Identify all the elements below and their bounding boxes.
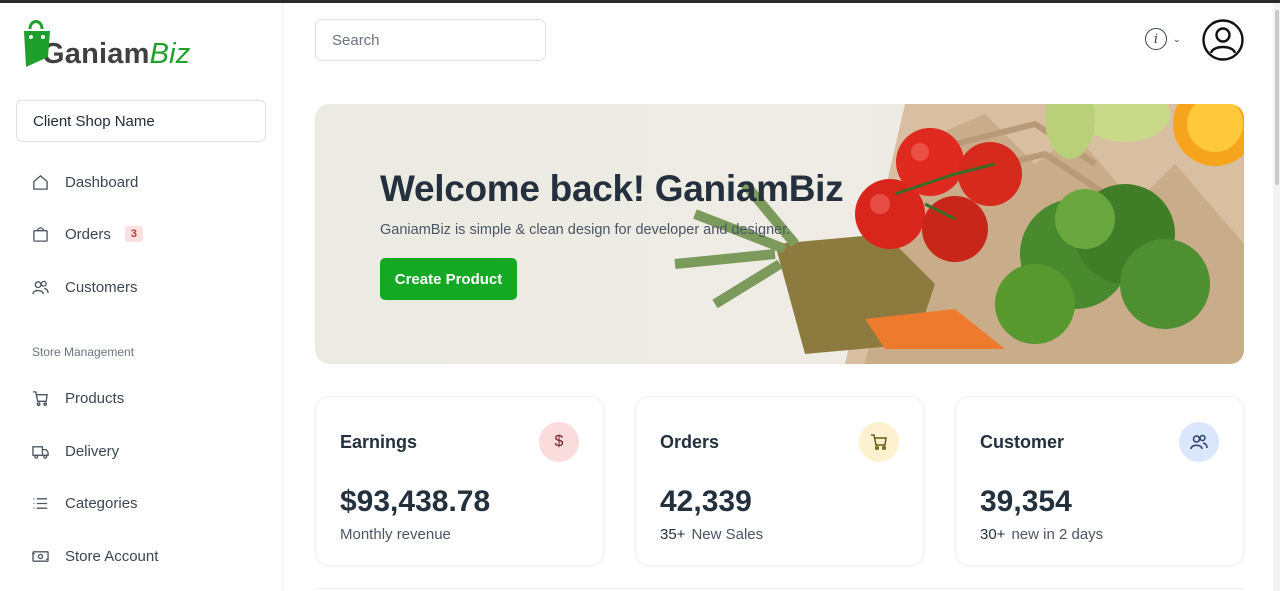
card-value: $93,438.78 bbox=[340, 485, 491, 518]
sidebar-item-products[interactable]: Products bbox=[32, 386, 124, 410]
truck-icon bbox=[32, 443, 49, 460]
dollar-icon: $ bbox=[539, 422, 579, 462]
card-title: Earnings bbox=[340, 432, 418, 452]
sidebar-item-label: Categories bbox=[65, 494, 138, 512]
card-value: 42,339 bbox=[660, 485, 752, 518]
sidebar-item-orders[interactable]: Orders 3 bbox=[32, 222, 143, 246]
shop-name: Client Shop Name bbox=[33, 112, 155, 130]
info-icon: i bbox=[1145, 28, 1167, 50]
sidebar-item-label: Dashboard bbox=[65, 173, 139, 191]
search-input[interactable] bbox=[315, 19, 546, 61]
card-title: Customer bbox=[980, 432, 1065, 452]
users-icon bbox=[1179, 422, 1219, 462]
chevron-down-icon: ⌄ bbox=[1173, 33, 1181, 44]
sidebar-item-customers[interactable]: Customers bbox=[32, 275, 138, 299]
bag-icon bbox=[32, 226, 49, 243]
sidebar-item-label: Delivery bbox=[65, 442, 120, 460]
scrollbar-thumb[interactable] bbox=[1275, 10, 1279, 185]
cart-icon bbox=[32, 390, 49, 407]
list-icon bbox=[32, 495, 49, 512]
sidebar-item-label: Customers bbox=[65, 278, 138, 296]
sidebar-item-delivery[interactable]: Delivery bbox=[32, 439, 119, 463]
cart-icon bbox=[859, 422, 899, 462]
banner-title: Welcome back! GaniamBiz bbox=[380, 168, 844, 209]
sidebar: GaniamBiz Client Shop Name Dashboard Ord… bbox=[0, 3, 283, 591]
card-subtext: 30+ new in 2 days bbox=[980, 526, 1104, 543]
sidebar-item-label: Products bbox=[65, 389, 125, 407]
sidebar-item-label: Orders bbox=[65, 225, 111, 243]
brand-logo[interactable]: GaniamBiz bbox=[20, 15, 190, 73]
user-circle-icon[interactable] bbox=[1202, 19, 1244, 61]
sidebar-item-categories[interactable]: Categories bbox=[32, 491, 138, 515]
earnings-card: Earnings $ $93,438.78 Monthly revenue bbox=[315, 396, 604, 566]
create-product-button[interactable]: Create Product bbox=[380, 258, 517, 300]
help-menu-toggle[interactable]: i ⌄ bbox=[1145, 28, 1181, 50]
welcome-banner: Welcome back! GaniamBiz GaniamBiz is sim… bbox=[315, 104, 1244, 364]
orders-card: Orders 42,339 35+ New Sales bbox=[635, 396, 924, 566]
customer-card: Customer 39,354 30+ new in 2 days bbox=[955, 396, 1244, 566]
card-value: 39,354 bbox=[980, 485, 1072, 518]
brand-name: GaniamBiz bbox=[42, 38, 191, 70]
shopping-bag-logo-icon bbox=[24, 20, 50, 67]
users-icon bbox=[32, 279, 49, 296]
sidebar-item-dashboard[interactable]: Dashboard bbox=[32, 170, 138, 194]
card-title: Orders bbox=[660, 432, 720, 452]
card-subtext: 35+ New Sales bbox=[660, 526, 764, 543]
home-icon bbox=[32, 174, 49, 191]
sidebar-item-store-account[interactable]: Store Account bbox=[32, 544, 158, 568]
orders-count-badge: 3 bbox=[124, 226, 143, 242]
section-label-store-management: Store Management bbox=[32, 345, 135, 359]
card-subtext: Monthly revenue bbox=[340, 526, 451, 543]
money-icon bbox=[32, 548, 49, 565]
sidebar-item-label: Store Account bbox=[65, 547, 159, 565]
banner-subtitle: GaniamBiz is simple & clean design for d… bbox=[380, 222, 791, 238]
shop-selector[interactable]: Client Shop Name bbox=[16, 100, 266, 142]
